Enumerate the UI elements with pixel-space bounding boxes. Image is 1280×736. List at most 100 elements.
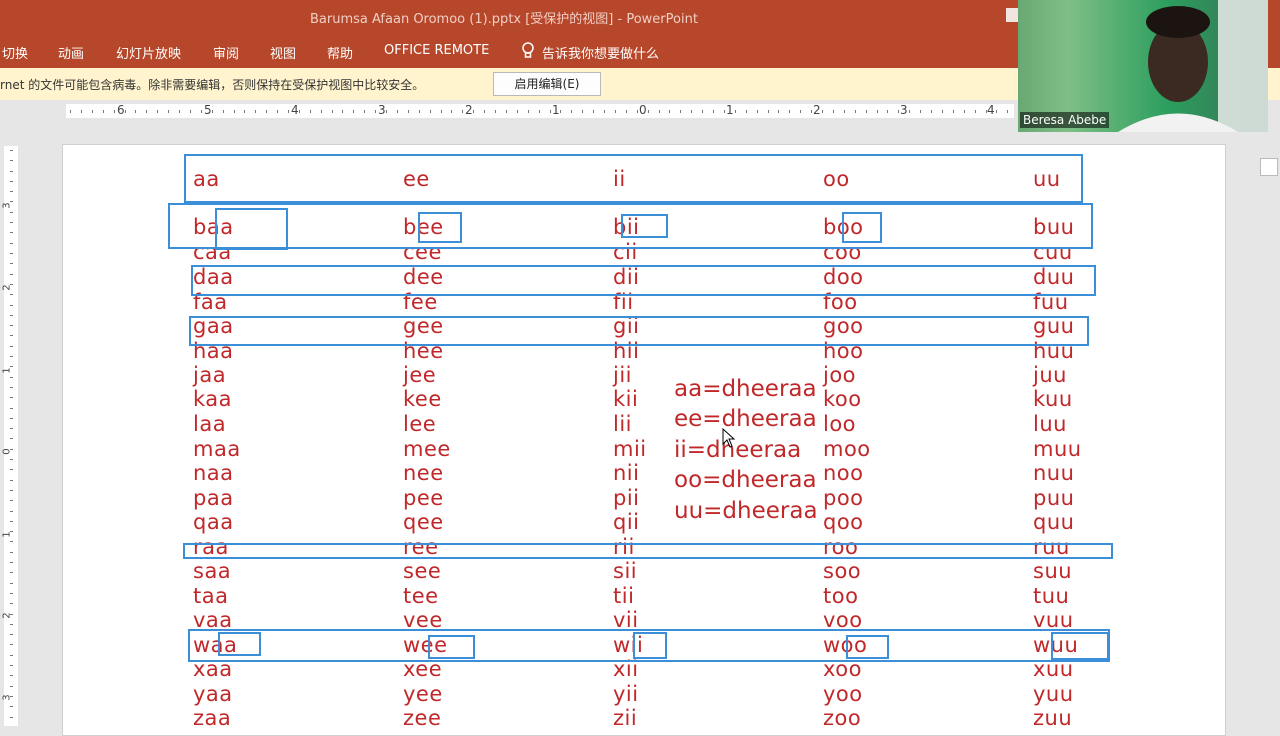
ruler-tick xyxy=(462,110,463,113)
vowel-note: oo=dheeraa xyxy=(674,467,817,493)
syllable-cell: lii xyxy=(613,412,633,436)
ruler-tick xyxy=(10,562,13,563)
tab-slideshow[interactable]: 幻灯片放映 xyxy=(116,43,181,62)
ruler-tick xyxy=(10,212,13,213)
ruler-tick xyxy=(10,377,13,378)
syllable-cell: qaa xyxy=(193,510,234,534)
ruler-tick xyxy=(800,110,801,113)
ruler-tick xyxy=(10,418,13,419)
ruler-tick xyxy=(10,449,13,450)
lightbulb-icon xyxy=(522,42,534,58)
tab-office-remote[interactable]: OFFICE REMOTE xyxy=(384,43,489,58)
syllable-cell: saa xyxy=(193,559,232,583)
syllable-cell: qee xyxy=(403,510,444,534)
ruler-tick xyxy=(375,110,376,113)
ruler-tick xyxy=(10,552,13,553)
ruler-tick xyxy=(975,110,976,113)
syllable-cell: koo xyxy=(823,387,862,411)
scroll-thumb[interactable] xyxy=(1260,158,1278,176)
webcam-video: Beresa Abebe xyxy=(1018,0,1268,132)
vertical-scrollbar[interactable] xyxy=(1258,122,1280,720)
ruler-tick xyxy=(964,110,965,113)
ruler-tick xyxy=(637,110,638,113)
ruler-tick xyxy=(757,110,758,113)
ruler-tick xyxy=(473,110,474,113)
mouse-cursor-icon xyxy=(722,428,736,448)
ruler-tick xyxy=(10,541,13,542)
syllable-cell: luu xyxy=(1033,412,1067,436)
tab-transitions[interactable]: 切换 xyxy=(2,43,28,62)
ruler-tick xyxy=(10,305,13,306)
ruler-number: 3 xyxy=(378,103,386,117)
syllable-cell: naa xyxy=(193,461,234,485)
ruler-tick xyxy=(10,315,13,316)
syllable-cell: tuu xyxy=(1033,584,1070,608)
ruler-tick xyxy=(310,110,311,113)
syllable-cell: nii xyxy=(613,461,640,485)
slide-canvas[interactable]: aa ee ii oo uu baa bee bii boo buu caa cee cii coo cuu… xyxy=(62,144,1226,736)
annotation-box xyxy=(215,208,288,250)
ruler-tick xyxy=(10,294,13,295)
ruler-tick xyxy=(244,110,245,113)
ruler-tick xyxy=(495,110,496,113)
ruler-number: 2 xyxy=(813,103,821,117)
syllable-cell: taa xyxy=(193,584,229,608)
ruler-tick xyxy=(10,160,13,161)
tell-me-search[interactable]: 告诉我你想要做什么 xyxy=(542,43,659,62)
ruler-number: 6 xyxy=(117,103,125,117)
ruler-tick xyxy=(539,110,540,113)
syllable-cell: kii xyxy=(613,387,639,411)
annotation-box xyxy=(218,632,261,656)
ruler-number: 5 xyxy=(204,103,212,117)
ruler-tick xyxy=(560,110,561,113)
enable-editing-button[interactable]: 启用编辑(E) xyxy=(493,72,601,96)
ruler-tick xyxy=(768,110,769,113)
annotation-box xyxy=(418,212,462,243)
vowel-note: ee=dheeraa xyxy=(674,406,817,432)
ruler-tick xyxy=(81,110,82,113)
ruler-tick xyxy=(10,480,13,481)
ruler-tick xyxy=(680,110,681,113)
syllable-cell: pii xyxy=(613,486,640,510)
ruler-tick xyxy=(10,696,13,697)
ruler-tick xyxy=(10,500,13,501)
ruler-tick xyxy=(386,110,387,113)
ruler-tick xyxy=(277,110,278,113)
ruler-tick xyxy=(517,110,518,113)
ruler-tick xyxy=(702,110,703,113)
ruler-tick xyxy=(201,110,202,113)
ruler-tick xyxy=(10,325,13,326)
ruler-strip xyxy=(4,146,18,726)
tab-review[interactable]: 审阅 xyxy=(213,43,239,62)
tab-view[interactable]: 视图 xyxy=(270,43,296,62)
ruler-tick xyxy=(10,634,13,635)
ruler-tick xyxy=(10,150,13,151)
ruler-number: 4 xyxy=(291,103,299,117)
tab-animations[interactable]: 动画 xyxy=(58,43,84,62)
ruler-tick xyxy=(10,181,13,182)
ruler-tick xyxy=(321,110,322,113)
ruler-tick xyxy=(288,110,289,113)
ruler-tick xyxy=(833,110,834,113)
ruler-tick xyxy=(10,171,13,172)
tab-help[interactable]: 帮助 xyxy=(327,43,353,62)
ruler-tick xyxy=(931,110,932,113)
annotation-box xyxy=(183,543,1113,559)
ruler-tick xyxy=(10,335,13,336)
ruler-number: 1 xyxy=(1,531,13,538)
ruler-tick xyxy=(10,603,13,604)
ruler-tick xyxy=(10,191,13,192)
ruler-tick xyxy=(179,110,180,113)
ruler-tick xyxy=(10,614,13,615)
ruler-number: 1 xyxy=(726,103,734,117)
syllable-cell: yaa xyxy=(193,682,233,706)
ruler-tick xyxy=(10,387,13,388)
ruler-tick xyxy=(234,110,235,113)
syllable-cell: yoo xyxy=(823,682,863,706)
ruler-tick xyxy=(484,110,485,113)
ruler-tick xyxy=(70,110,71,113)
ruler-tick xyxy=(10,274,13,275)
syllable-cell: lee xyxy=(403,412,437,436)
ruler-tick xyxy=(593,110,594,113)
syllable-cell: poo xyxy=(823,486,864,510)
